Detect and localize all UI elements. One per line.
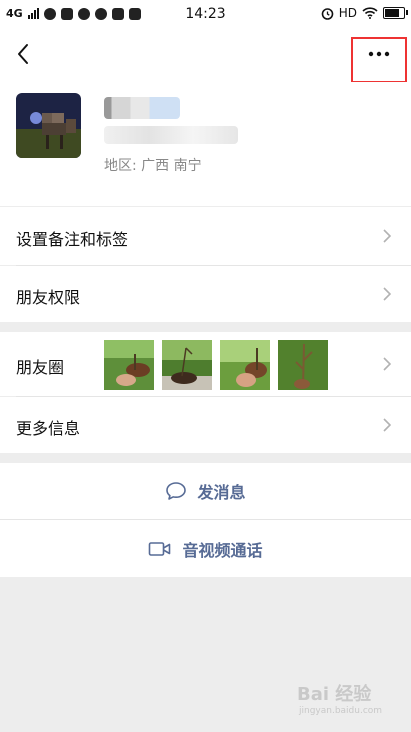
battery-fill <box>385 9 399 17</box>
moments-photo[interactable] <box>162 340 212 390</box>
status-right: HD <box>321 6 408 20</box>
chevron-right-icon <box>383 287 391 301</box>
avatar[interactable] <box>16 93 81 158</box>
wechat-id-blurred <box>104 126 238 144</box>
watermark-brand: Bai 经验 <box>297 684 372 705</box>
moments-photo[interactable] <box>220 340 270 390</box>
moments-photo[interactable] <box>278 340 328 390</box>
chevron-left-icon[interactable] <box>12 40 36 68</box>
baidu-jingyan-watermark: Bai 经验 jingyan.baidu.com <box>297 680 405 724</box>
remark-tags-label: 设置备注和标签 <box>16 230 129 249</box>
friend-permissions-label: 朋友权限 <box>16 288 81 307</box>
profile-header: 地区: 广西 南宁 <box>0 82 411 206</box>
video-call-label: 音视频通话 <box>182 540 263 560</box>
more-button[interactable] <box>351 37 407 83</box>
status-bar: 4G 14:23 HD <box>0 0 411 30</box>
send-message-button[interactable]: 发消息 <box>0 463 411 519</box>
moments-photo[interactable] <box>104 340 154 390</box>
ellipsis-icon <box>368 51 390 57</box>
hd-label: HD <box>338 6 357 20</box>
send-message-label: 发消息 <box>197 483 246 502</box>
moments-thumbnails <box>104 340 328 390</box>
nickname-blurred <box>104 97 180 119</box>
region-province: 广西 <box>141 158 170 174</box>
more-info-row[interactable]: 更多信息 <box>0 397 411 453</box>
wifi-icon <box>362 7 378 19</box>
remark-tags-row[interactable]: 设置备注和标签 <box>0 207 411 265</box>
friend-permissions-row[interactable]: 朋友权限 <box>0 266 411 322</box>
chevron-right-icon <box>383 418 391 432</box>
send-message-row: 发消息 <box>0 463 411 519</box>
video-call-button[interactable]: 音视频通话 <box>0 520 411 577</box>
chevron-right-icon <box>383 229 391 243</box>
region-city: 南宁 <box>173 158 202 174</box>
watermark-url: jingyan.baidu.com <box>299 706 383 716</box>
region-label: 地区: <box>104 158 137 174</box>
battery-icon <box>383 7 408 19</box>
region-info: 地区: 广西 南宁 <box>104 155 202 175</box>
alarm-icon <box>321 7 334 20</box>
moments-row[interactable]: 朋友圈 <box>0 332 411 396</box>
video-call-row: 音视频通话 <box>0 520 411 577</box>
nav-bar <box>0 30 411 83</box>
video-camera-icon <box>149 541 171 556</box>
chat-bubble-icon <box>166 482 187 500</box>
chevron-right-icon <box>383 357 391 371</box>
more-info-label: 更多信息 <box>16 419 81 438</box>
moments-label: 朋友圈 <box>16 358 65 377</box>
